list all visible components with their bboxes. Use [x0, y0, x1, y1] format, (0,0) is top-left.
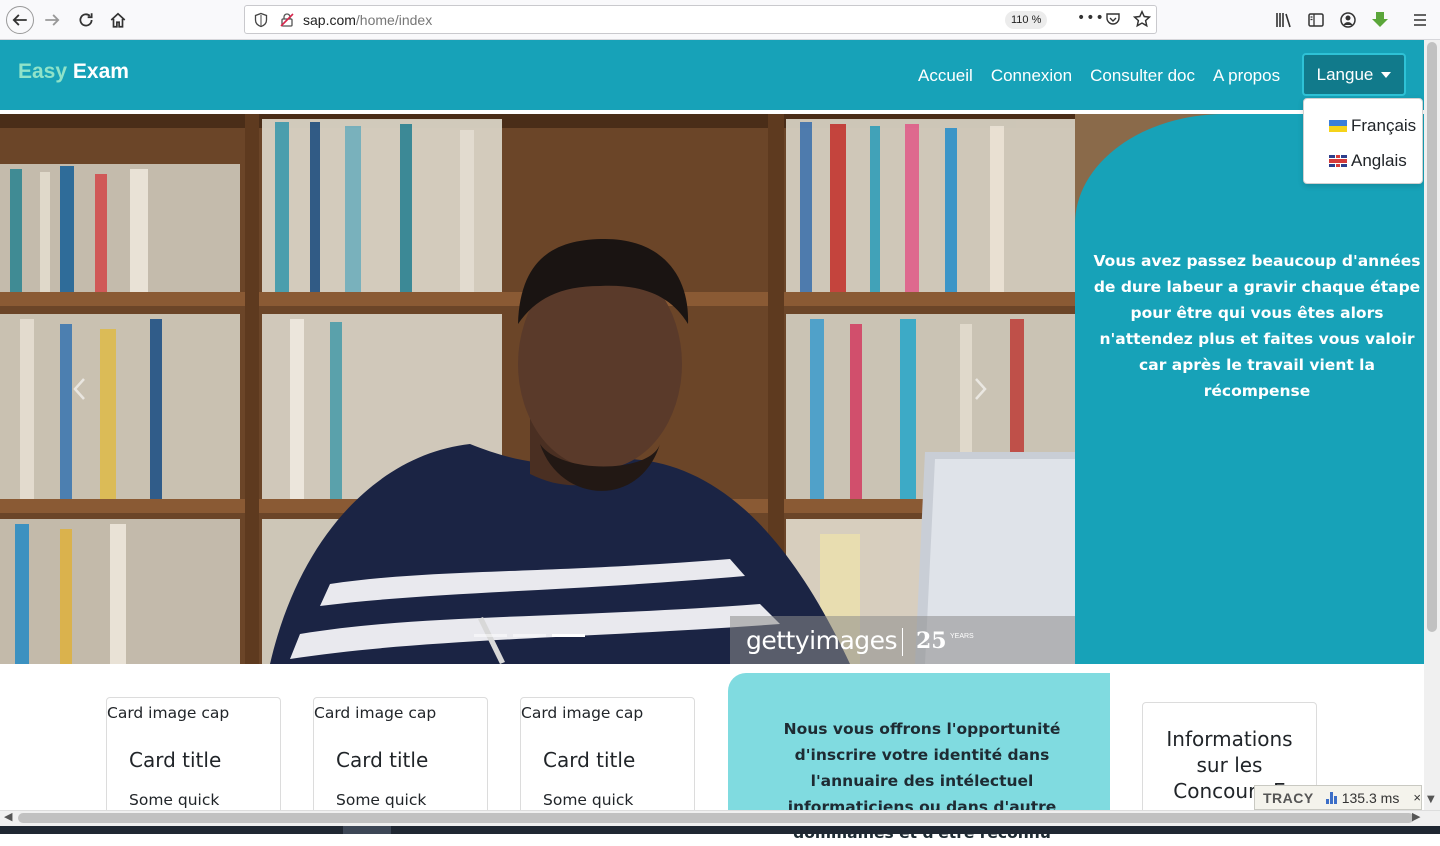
shield-icon[interactable]: [253, 12, 269, 28]
card-text: Some quick: [129, 791, 220, 809]
scroll-left-arrow-icon[interactable]: ◀: [4, 810, 12, 823]
brand-logo[interactable]: Easy Exam: [18, 60, 129, 84]
home-button[interactable]: [104, 6, 132, 34]
nav-link-accueil[interactable]: Accueil: [918, 66, 973, 86]
carousel-next-icon[interactable]: [970, 376, 990, 402]
download-extension-icon[interactable]: [1370, 10, 1390, 30]
language-dropdown-button[interactable]: Langue: [1302, 53, 1406, 96]
zoom-level-badge[interactable]: 110 %: [1005, 11, 1048, 29]
carousel-indicator-3[interactable]: [552, 634, 585, 637]
hero-carousel: gettyimages 25 YEARS: [0, 114, 1075, 664]
carousel-indicator-1[interactable]: [474, 634, 507, 637]
vertical-scrollbar-thumb[interactable]: [1427, 42, 1437, 632]
brand-easy: Easy: [18, 60, 68, 83]
page-actions-more-icon[interactable]: •••: [1077, 10, 1105, 26]
url-host: sap.com: [303, 12, 356, 28]
pocket-icon[interactable]: [1105, 11, 1121, 27]
nav-link-consulter-doc[interactable]: Consulter doc: [1090, 66, 1195, 86]
url-text[interactable]: sap.com/home/index: [303, 12, 432, 28]
browser-toolbar: sap.com/home/index 110 % •••: [0, 0, 1440, 40]
url-bar[interactable]: sap.com/home/index 110 % •••: [244, 5, 1157, 34]
sidebar-icon[interactable]: [1306, 10, 1326, 30]
carousel-indicators: [474, 634, 585, 637]
forward-button[interactable]: [38, 6, 66, 34]
bookmark-star-icon[interactable]: [1133, 10, 1151, 28]
url-path: /home/index: [355, 12, 433, 28]
card-image-cap: Card image cap: [521, 704, 644, 722]
site-navbar: Easy Exam Accueil Connexion Consulter do…: [0, 40, 1424, 110]
caret-down-icon: [1381, 71, 1392, 78]
flag-icon: [1329, 120, 1347, 132]
hero-image: [0, 114, 1075, 664]
language-option-label: Anglais: [1351, 151, 1407, 170]
card-text: Some quick: [543, 791, 634, 809]
insecure-lock-icon[interactable]: [279, 12, 295, 28]
arrow-right-icon: [45, 14, 60, 26]
nav-link-a-propos[interactable]: A propos: [1213, 66, 1280, 86]
getty-years-label: YEARS: [950, 633, 974, 640]
card-title: Card title: [336, 748, 429, 772]
card-title: Card title: [543, 748, 636, 772]
menu-hamburger-icon[interactable]: [1410, 10, 1430, 30]
carousel-indicator-2[interactable]: [513, 634, 546, 637]
language-option-francais[interactable]: Français: [1329, 116, 1416, 136]
bar-chart-icon: [1325, 791, 1338, 804]
card-3[interactable]: Card image cap Card title Some quick: [520, 697, 695, 827]
account-icon[interactable]: [1338, 10, 1358, 30]
close-icon[interactable]: ×: [1413, 790, 1421, 805]
nav-link-connexion[interactable]: Connexion: [991, 66, 1072, 86]
card-image-cap: Card image cap: [314, 704, 437, 722]
card-image-cap: Card image cap: [107, 704, 230, 722]
language-button-label: Langue: [1316, 64, 1374, 84]
carousel-prev-icon[interactable]: [70, 376, 90, 402]
getty-logo-text: gettyimages: [746, 626, 898, 655]
side-panel-text: Vous avez passez beaucoup d'années de du…: [1093, 252, 1421, 400]
back-button[interactable]: [6, 6, 34, 34]
reload-icon: [79, 13, 93, 27]
language-option-anglais[interactable]: Anglais: [1329, 151, 1407, 171]
arrow-left-icon: [12, 14, 27, 26]
os-taskbar: [0, 826, 1440, 834]
language-option-label: Français: [1351, 116, 1417, 135]
card-text: Some quick: [336, 791, 427, 809]
tracy-time[interactable]: 135.3 ms: [1342, 790, 1400, 806]
horizontal-scrollbar-thumb[interactable]: [18, 813, 1414, 823]
home-icon: [110, 12, 126, 28]
card-title: Card title: [129, 748, 222, 772]
taskbar-item[interactable]: [343, 826, 391, 834]
brand-exam: Exam: [72, 60, 129, 83]
flag-icon: [1329, 155, 1347, 167]
language-dropdown-menu: Français Anglais: [1303, 98, 1423, 184]
getty-divider: [902, 628, 903, 656]
card-1[interactable]: Card image cap Card title Some quick: [106, 697, 281, 827]
getty-watermark: gettyimages 25 YEARS: [730, 616, 1075, 664]
scroll-right-arrow-icon[interactable]: ▶: [1412, 810, 1420, 823]
nav-links: Accueil Connexion Consulter doc A propos: [918, 66, 1280, 86]
getty-years-number: 25: [916, 628, 947, 654]
card-2[interactable]: Card image cap Card title Some quick: [313, 697, 488, 827]
library-icon[interactable]: [1274, 10, 1294, 30]
tracy-logo[interactable]: TRACY: [1263, 790, 1314, 806]
tracy-debug-bar[interactable]: TRACY 135.3 ms ×: [1254, 785, 1422, 810]
reload-button[interactable]: [72, 6, 100, 34]
scroll-down-arrow-icon[interactable]: ▼: [1427, 794, 1435, 805]
